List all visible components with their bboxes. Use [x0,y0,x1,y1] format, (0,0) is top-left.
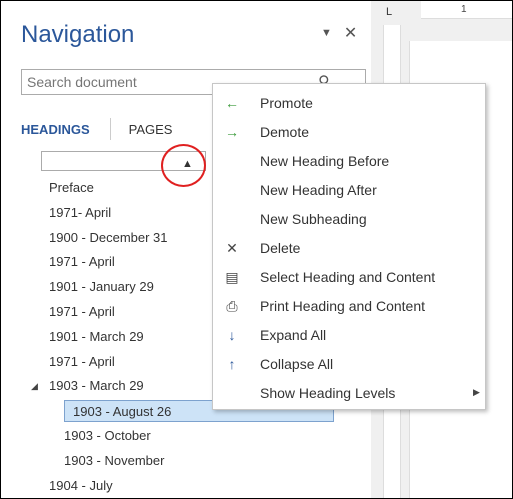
heading-item[interactable]: 1903 - November [64,450,164,472]
printer-icon: ⎙ [226,298,238,314]
navigation-pane-title: Navigation [21,21,135,48]
menu-item-print-heading-and-content[interactable]: ⎙ Print Heading and Content [213,293,485,319]
menu-item-new-subheading[interactable]: New Subheading [213,206,485,232]
heading-item[interactable]: 1901 - March 29 [49,326,144,348]
menu-item-delete[interactable]: ✕ Delete [213,235,485,261]
heading-item[interactable]: Preface [49,177,94,199]
menu-item-label: Print Heading and Content [260,298,425,314]
menu-item-label: New Heading After [260,182,377,198]
promote-arrow-icon: ← [225,95,239,111]
heading-item[interactable]: 1901 - January 29 [49,276,154,298]
heading-item[interactable]: 1971 - April [49,351,115,373]
window-frame: L 1 Navigation ▼ ✕ ⚲ HEADINGS PAGES ▲ Pr… [0,0,513,499]
heading-item[interactable]: 1904 - July [49,475,113,497]
navigation-tabs: HEADINGS PAGES [21,118,192,140]
menu-item-new-heading-before[interactable]: New Heading Before [213,148,485,174]
heading-item[interactable]: 1971- April [49,202,111,224]
close-icon[interactable]: ✕ [344,23,357,43]
heading-item[interactable]: 1903 - March 29 [49,375,144,397]
menu-item-label: Expand All [260,327,327,343]
heading-item[interactable]: 1971 - April [49,301,115,323]
tab-headings[interactable]: HEADINGS [21,122,110,137]
pane-options-dropdown-icon[interactable]: ▼ [321,27,332,39]
collapse-heading-triangle-icon[interactable]: ◢ [31,381,38,392]
heading-context-menu: ← Promote → Demote New Heading Before New Hea… [212,83,486,410]
menu-item-demote[interactable]: → Demote [213,119,485,145]
menu-item-select-heading-and-content[interactable]: ▤ Select Heading and Content [213,264,485,290]
menu-item-label: Delete [260,240,301,256]
heading-item[interactable]: 1903 - October [64,425,151,447]
menu-item-collapse-all[interactable]: ↑ Collapse All [213,351,485,377]
menu-item-label: Demote [260,124,310,140]
menu-item-new-heading-after[interactable]: New Heading After [213,177,485,203]
horizontal-ruler [421,1,512,19]
menu-item-label: Promote [260,95,313,111]
submenu-arrow-icon: ▶ [473,387,480,397]
heading-item[interactable]: 1971 - April [49,251,115,273]
select-content-icon: ▤ [225,269,239,285]
menu-item-label: New Subheading [260,211,367,227]
demote-arrow-icon: → [225,124,239,140]
menu-item-label: Select Heading and Content [260,269,436,285]
menu-item-label: New Heading Before [260,153,390,169]
tab-pages[interactable]: PAGES [129,122,193,137]
menu-item-label: Collapse All [260,356,334,372]
tab-selector[interactable]: L [386,6,392,18]
collapse-all-icon: ↑ [228,356,236,372]
menu-item-label: Show Heading Levels [260,385,396,401]
annotation-circle [161,144,206,187]
heading-item[interactable]: 1900 - December 31 [49,227,168,249]
pane-controls: ▼ ✕ [321,23,357,43]
tab-divider [109,118,111,140]
delete-x-icon: ✕ [226,240,238,256]
ruler-number: 1 [461,4,467,15]
expand-all-icon: ↓ [228,327,236,343]
menu-item-show-heading-levels[interactable]: Show Heading Levels ▶ [213,380,485,406]
menu-item-expand-all[interactable]: ↓ Expand All [213,322,485,348]
menu-item-promote[interactable]: ← Promote [213,90,485,116]
